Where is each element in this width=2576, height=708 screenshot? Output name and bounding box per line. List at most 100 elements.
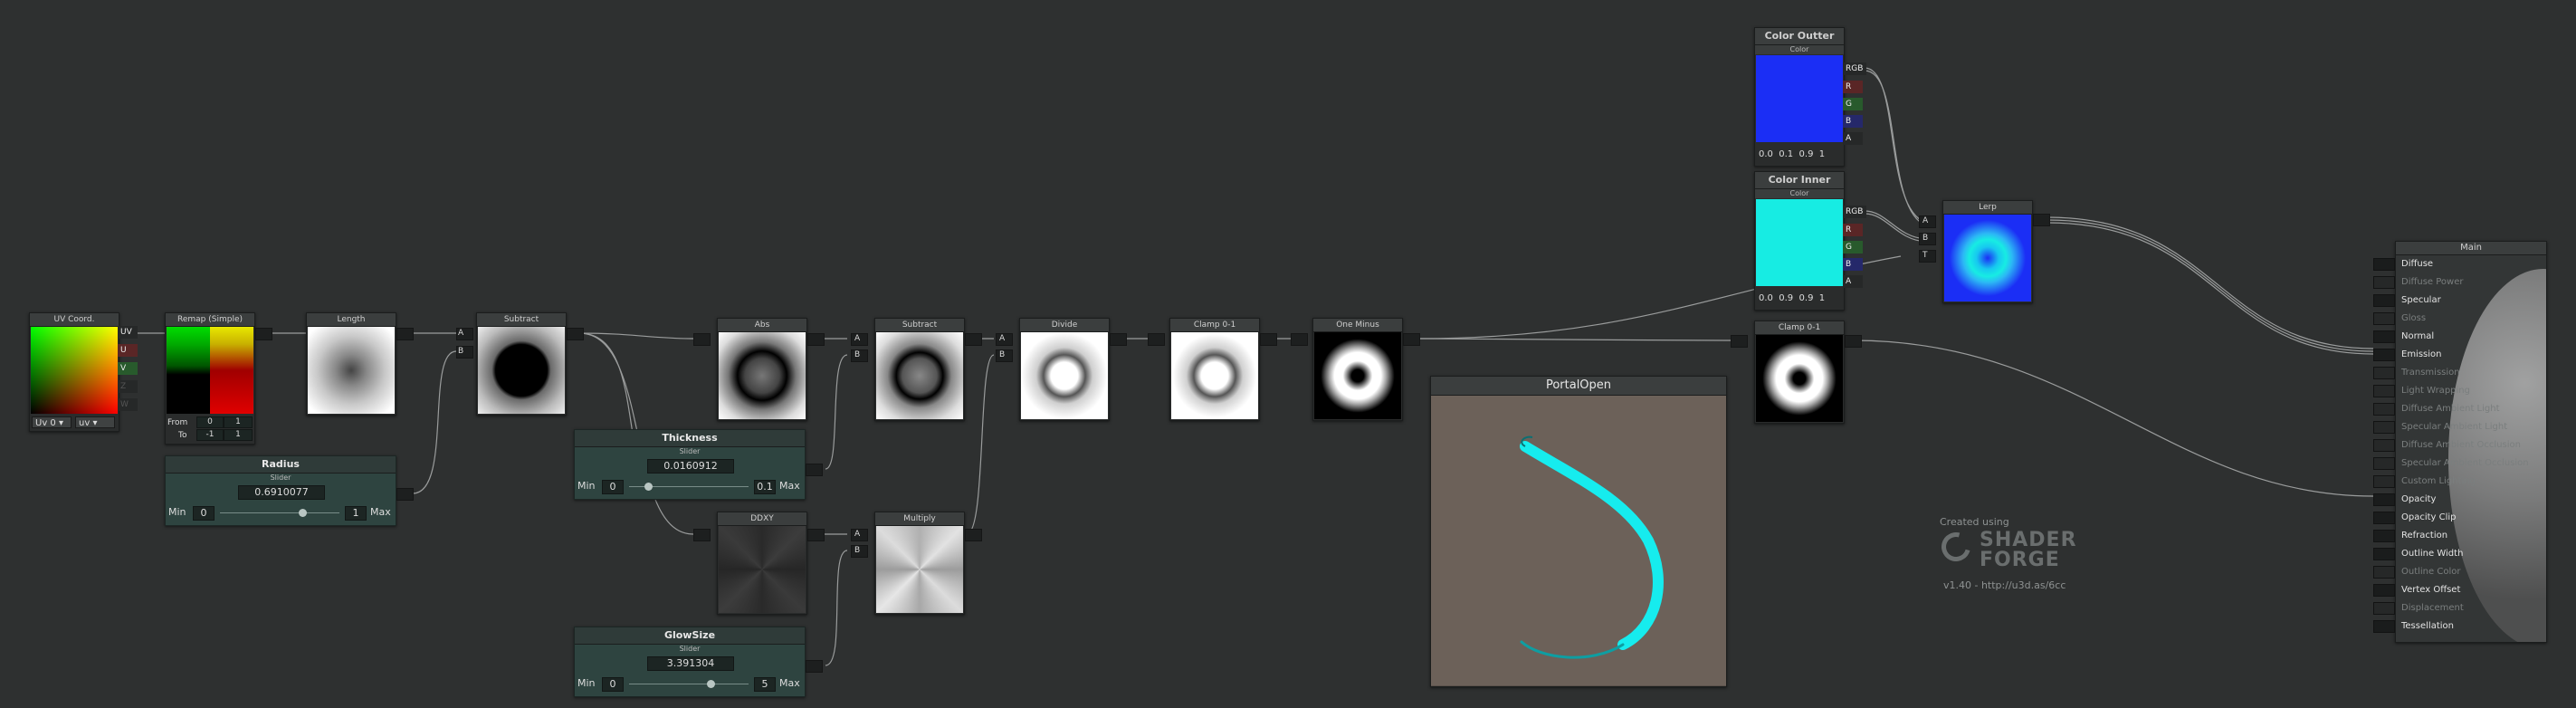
glowsize-out-port[interactable] bbox=[806, 660, 823, 673]
main-input-row[interactable]: Displacement bbox=[2396, 599, 2541, 617]
main-input-port[interactable] bbox=[2373, 602, 2395, 615]
radius-max-field[interactable]: 1 bbox=[345, 506, 367, 521]
thickness-max-field[interactable]: 0.1 bbox=[754, 480, 776, 494]
glowsize-max-field[interactable]: 5 bbox=[754, 677, 776, 692]
remap-out-port[interactable] bbox=[255, 328, 272, 340]
main-input-port[interactable] bbox=[2373, 421, 2395, 434]
uv-select-channel[interactable]: Uv 0 ▾ bbox=[32, 416, 72, 428]
subtract-node-2[interactable]: Subtract bbox=[874, 318, 965, 421]
main-input-row[interactable]: Opacity Clip bbox=[2396, 509, 2541, 527]
main-input-port[interactable] bbox=[2373, 566, 2395, 579]
main-input-row[interactable]: Light Wrapping bbox=[2396, 382, 2541, 400]
main-input-port[interactable] bbox=[2373, 312, 2395, 325]
portal-preview-render[interactable] bbox=[1431, 396, 1726, 685]
lerp-out-port[interactable] bbox=[2033, 214, 2050, 226]
radius-value-field[interactable]: 0.6910077 bbox=[238, 485, 325, 500]
uv-out-z[interactable]: Z bbox=[118, 380, 138, 393]
thickness-slider-node[interactable]: Thickness Slider 0.0160912 Min 0 0.1 Max bbox=[574, 429, 806, 500]
main-input-row[interactable]: Diffuse bbox=[2396, 255, 2541, 273]
subtract-node-1[interactable]: Subtract bbox=[476, 312, 567, 416]
clamp-1-in-port[interactable] bbox=[1148, 333, 1165, 346]
main-input-port[interactable] bbox=[2373, 475, 2395, 488]
uv-out-uv[interactable]: UV bbox=[118, 326, 138, 339]
color-inner-values[interactable]: 0.0 0.9 0.9 1 bbox=[1759, 292, 1825, 305]
main-input-row[interactable]: Normal bbox=[2396, 328, 2541, 346]
glowsize-slider-handle[interactable] bbox=[706, 680, 715, 688]
main-input-row[interactable]: Specular Ambient Light bbox=[2396, 418, 2541, 436]
color-outter-out-rgb[interactable]: RGB bbox=[1843, 62, 1866, 75]
main-input-row[interactable]: Diffuse Power bbox=[2396, 273, 2541, 292]
uv-out-w[interactable]: W bbox=[118, 398, 138, 411]
main-input-port[interactable] bbox=[2373, 493, 2395, 506]
remap-node[interactable]: Remap (Simple) From 0 1 To -1 1 bbox=[165, 312, 255, 445]
divide-out-port[interactable] bbox=[1110, 333, 1127, 346]
main-input-port[interactable] bbox=[2373, 258, 2395, 271]
uv-out-v[interactable]: V bbox=[118, 362, 138, 375]
main-input-port[interactable] bbox=[2373, 330, 2395, 343]
multiply-out-port[interactable] bbox=[965, 529, 982, 541]
remap-from-b[interactable]: 1 bbox=[224, 416, 253, 428]
clamp-2-in-port[interactable] bbox=[1731, 335, 1748, 348]
main-input-port[interactable] bbox=[2373, 457, 2395, 470]
glowsize-slider-node[interactable]: GlowSize Slider 3.391304 Min 0 5 Max bbox=[574, 627, 806, 697]
radius-out-port[interactable] bbox=[396, 488, 414, 501]
main-input-row[interactable]: Emission bbox=[2396, 346, 2541, 364]
main-input-row[interactable]: Outline Width bbox=[2396, 545, 2541, 563]
radius-min-field[interactable]: 0 bbox=[193, 506, 215, 521]
thickness-value-field[interactable]: 0.0160912 bbox=[647, 459, 734, 474]
remap-from-a[interactable]: 0 bbox=[196, 416, 224, 428]
main-input-port[interactable] bbox=[2373, 584, 2395, 597]
clamp-node-1[interactable]: Clamp 0-1 bbox=[1169, 318, 1260, 421]
color-inner-out-rgb[interactable]: RGB bbox=[1843, 206, 1866, 218]
color-inner-node[interactable]: Color Inner Color 0.0 0.9 0.9 1 bbox=[1754, 171, 1845, 311]
main-input-port[interactable] bbox=[2373, 385, 2395, 397]
color-outter-out-g[interactable]: G bbox=[1843, 98, 1863, 110]
uv-out-u[interactable]: U bbox=[118, 344, 138, 357]
main-input-port[interactable] bbox=[2373, 276, 2395, 289]
abs-in-port[interactable] bbox=[693, 333, 711, 346]
color-inner-swatch[interactable] bbox=[1756, 199, 1843, 286]
color-outter-out-r[interactable]: R bbox=[1843, 81, 1863, 93]
glowsize-value-field[interactable]: 3.391304 bbox=[647, 656, 734, 671]
main-input-row[interactable]: Tessellation bbox=[2396, 617, 2541, 636]
color-inner-out-g[interactable]: G bbox=[1843, 241, 1863, 254]
clamp-2-out-port[interactable] bbox=[1845, 335, 1862, 348]
main-input-port[interactable] bbox=[2373, 349, 2395, 361]
divide-node[interactable]: Divide bbox=[1019, 318, 1110, 421]
main-input-port[interactable] bbox=[2373, 548, 2395, 560]
main-input-row[interactable]: Outline Color bbox=[2396, 563, 2541, 581]
clamp-node-2[interactable]: Clamp 0-1 bbox=[1754, 321, 1845, 424]
subtract-2-out-port[interactable] bbox=[965, 333, 982, 346]
radius-slider-track[interactable] bbox=[220, 512, 339, 513]
ddxy-node[interactable]: DDXY bbox=[717, 512, 807, 615]
color-outter-out-b[interactable]: B bbox=[1843, 115, 1863, 128]
one-minus-in-port[interactable] bbox=[1291, 333, 1308, 346]
main-input-row[interactable]: Refraction bbox=[2396, 527, 2541, 545]
clamp-1-out-port[interactable] bbox=[1260, 333, 1277, 346]
main-input-port[interactable] bbox=[2373, 512, 2395, 524]
main-input-row[interactable]: Transmission bbox=[2396, 364, 2541, 382]
abs-out-port[interactable] bbox=[807, 333, 825, 346]
color-inner-out-r[interactable]: R bbox=[1843, 224, 1863, 236]
uv-select-mode[interactable]: uv ▾ bbox=[75, 416, 115, 428]
uv-coord-node[interactable]: UV Coord. Uv 0 ▾ uv ▾ bbox=[29, 312, 119, 432]
thickness-out-port[interactable] bbox=[806, 464, 823, 476]
portal-preview-window[interactable]: PortalOpen bbox=[1430, 376, 1727, 687]
node-canvas[interactable]: UV Coord. Uv 0 ▾ uv ▾ UV U V Z W Remap (… bbox=[0, 0, 2576, 708]
main-input-port[interactable] bbox=[2373, 439, 2395, 452]
main-input-row[interactable]: Opacity bbox=[2396, 491, 2541, 509]
color-outter-swatch[interactable] bbox=[1756, 55, 1843, 142]
one-minus-node[interactable]: One Minus bbox=[1312, 318, 1403, 421]
main-input-row[interactable]: Gloss bbox=[2396, 310, 2541, 328]
color-outter-values[interactable]: 0.0 0.1 0.9 1 bbox=[1759, 148, 1825, 161]
main-input-row[interactable]: Diffuse Ambient Light bbox=[2396, 400, 2541, 418]
length-out-port[interactable] bbox=[396, 328, 414, 340]
color-inner-out-a[interactable]: A bbox=[1843, 275, 1863, 288]
radius-slider-handle[interactable] bbox=[299, 509, 308, 517]
color-outter-node[interactable]: Color Outter Color 0.0 0.1 0.9 1 bbox=[1754, 27, 1845, 167]
remap-to-b[interactable]: 1 bbox=[224, 429, 253, 441]
ddxy-out-port[interactable] bbox=[807, 529, 825, 541]
main-input-row[interactable]: Vertex Offset bbox=[2396, 581, 2541, 599]
main-input-row[interactable]: Custom Lighting bbox=[2396, 473, 2541, 491]
main-input-row[interactable]: Specular bbox=[2396, 292, 2541, 310]
